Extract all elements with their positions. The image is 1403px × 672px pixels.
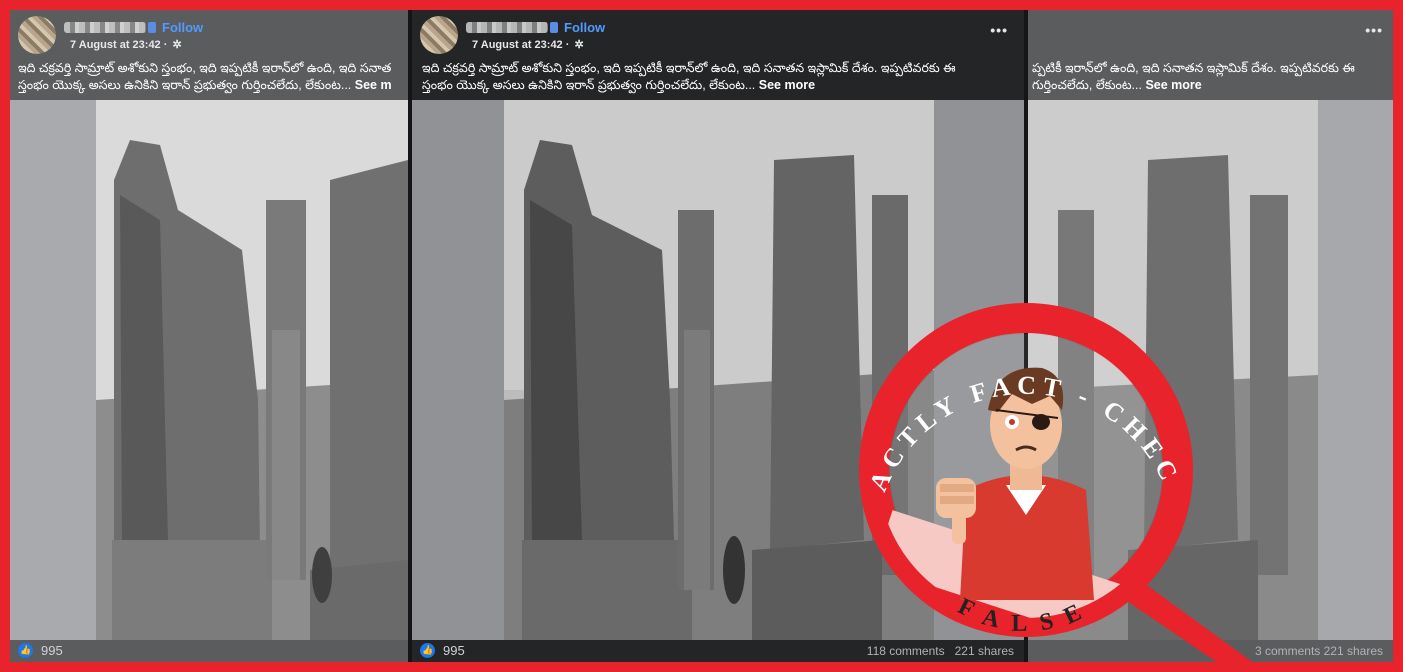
caption-line-1: ప్పటికీ ఇరాన్‌లో ఉంది, ఇది సనాతన ఇస్లామి… bbox=[1032, 61, 1355, 75]
author-badge bbox=[550, 22, 558, 33]
factly-fact-check-stamp: FACTLY FACT - CHECK FALSE bbox=[836, 300, 1266, 672]
post-photo[interactable] bbox=[10, 100, 408, 640]
author-name-blurred[interactable] bbox=[466, 22, 548, 33]
post-header: Follow 7 August at 23:42 · ✲ bbox=[420, 16, 1020, 60]
post-header: Follow 7 August at 23:42 · ✲ bbox=[18, 16, 408, 60]
caption-line-2-text: స్తంభం యొక్క అసలు ఉనికిని ఇరాన్ ప్రభుత్వ… bbox=[422, 78, 756, 92]
thumbs-up-icon bbox=[420, 643, 435, 658]
caption-line-2: గుర్తించలేదు, లేకుంట... See more bbox=[1032, 77, 1355, 94]
more-options-button[interactable]: ••• bbox=[1365, 22, 1383, 38]
fact-check-frame: Follow 7 August at 23:42 · ✲ ఇది చక్రవర్… bbox=[0, 0, 1403, 672]
caption-line-2: స్తంభం యొక్క అసలు ఉనికిని ఇరాన్ ప్రభుత్వ… bbox=[422, 77, 956, 94]
engagement-stats: 3 comments 221 shares bbox=[1254, 644, 1383, 658]
caption-line-2: స్తంభం యొక్క అసలు ఉనికిని ఇరాన్ ప్రభుత్వ… bbox=[18, 77, 392, 94]
post-footer: 995 bbox=[10, 640, 408, 662]
post-caption: ఇది చక్రవర్తి సామ్రాట్ అశోకుని స్తంభం, ఇ… bbox=[18, 60, 392, 94]
see-more-link[interactable]: See more bbox=[1145, 78, 1201, 92]
gear-icon: ✲ bbox=[172, 39, 182, 51]
persepolis-gate-photo bbox=[10, 100, 408, 640]
caption-line-2-text: స్తంభం యొక్క అసలు ఉనికిని ఇరాన్ ప్రభుత్వ… bbox=[18, 78, 352, 92]
caption-line-1: ఇది చక్రవర్తి సామ్రాట్ అశోకుని స్తంభం, ఇ… bbox=[18, 61, 392, 75]
gear-icon: ✲ bbox=[574, 39, 584, 51]
see-more-link[interactable]: See more bbox=[759, 78, 815, 92]
post-caption: ఇది చక్రవర్తి సామ్రాట్ అశోకుని స్తంభం, ఇ… bbox=[422, 60, 956, 94]
post-date-text: 7 August at 23:42 · bbox=[472, 39, 570, 51]
caption-line-2-text: గుర్తించలేదు, లేకుంట... bbox=[1032, 78, 1142, 92]
post-date-text: 7 August at 23:42 · bbox=[70, 39, 168, 51]
follow-button[interactable]: Follow bbox=[162, 20, 203, 35]
like-count[interactable]: 995 bbox=[443, 643, 465, 658]
more-options-button[interactable]: ••• bbox=[990, 22, 1008, 38]
left-post-faded: Follow 7 August at 23:42 · ✲ ఇది చక్రవర్… bbox=[10, 10, 408, 662]
post-date[interactable]: 7 August at 23:42 · ✲ bbox=[472, 38, 584, 51]
thumbs-up-icon bbox=[18, 643, 33, 658]
avatar[interactable] bbox=[420, 16, 458, 54]
author-badge bbox=[148, 22, 156, 33]
like-count[interactable]: 995 bbox=[41, 643, 63, 658]
avatar[interactable] bbox=[18, 16, 56, 54]
author-name-blurred[interactable] bbox=[64, 22, 146, 33]
post-caption: ప్పటికీ ఇరాన్‌లో ఉంది, ఇది సనాతన ఇస్లామి… bbox=[1032, 60, 1355, 94]
follow-button[interactable]: Follow bbox=[564, 20, 605, 35]
post-date[interactable]: 7 August at 23:42 · ✲ bbox=[70, 38, 182, 51]
caption-line-1: ఇది చక్రవర్తి సామ్రాట్ అశోకుని స్తంభం, ఇ… bbox=[422, 61, 956, 75]
see-more-link[interactable]: See m bbox=[355, 78, 392, 92]
